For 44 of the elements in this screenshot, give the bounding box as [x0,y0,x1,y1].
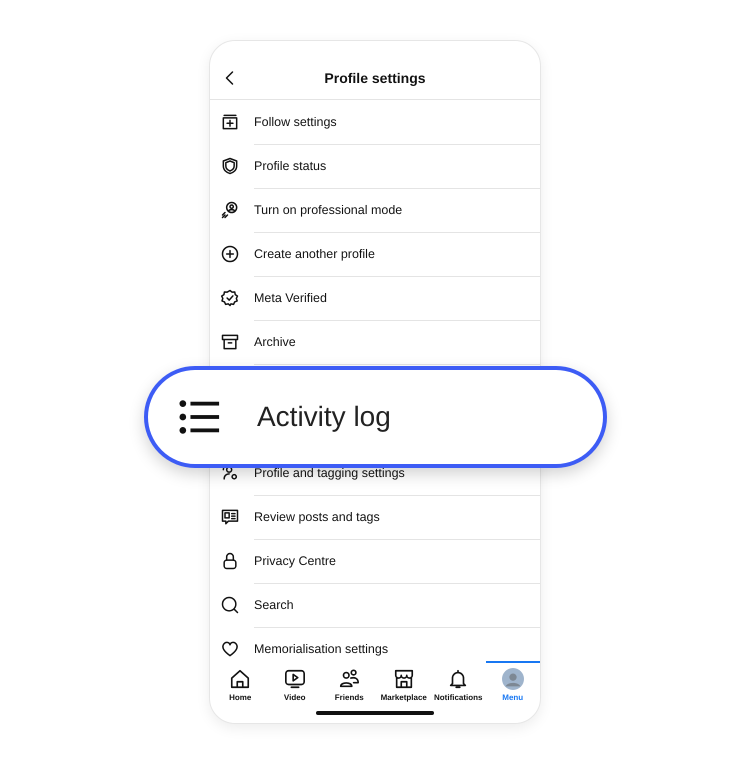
settings-row[interactable]: Privacy Centre [210,539,540,583]
plus-circle-icon [220,244,240,264]
settings-row[interactable]: Archive [210,320,540,364]
nav-tab[interactable]: Notifications [431,661,486,703]
row-label: Archive [254,334,296,348]
speech-card-icon [220,507,240,527]
row-label: Turn on professional mode [254,202,402,216]
row-label: Memorialisation settings [254,642,388,656]
search-icon [220,595,240,615]
people-icon [338,668,360,690]
settings-row[interactable]: Follow settings [210,100,540,144]
row-label: Search [254,598,294,612]
row-label: Privacy Centre [254,554,336,568]
store-icon [392,668,415,690]
nav-tab[interactable]: Menu [486,661,540,703]
row-label: Follow settings [254,114,337,128]
person-rocket-icon [220,200,240,220]
nav-tab[interactable]: Video [268,661,322,703]
row-label: Review posts and tags [254,510,380,524]
home-icon [229,668,252,690]
settings-row[interactable]: Create another profile [210,232,540,276]
row-label: Meta Verified [254,290,327,304]
nav-tab[interactable]: Marketplace [376,661,431,703]
callout-label: Activity log [257,401,391,433]
settings-row[interactable]: Profile status [210,144,540,188]
row-label: Profile status [254,158,326,172]
check-badge-icon [220,288,240,308]
back-icon[interactable] [225,70,234,86]
video-icon [284,668,306,690]
box-plus-icon [220,112,240,132]
row-label: Create another profile [254,246,375,260]
shield-icon [220,156,240,176]
screen-title: Profile settings [324,70,426,86]
archive-icon [220,332,240,352]
avatar-icon [502,668,524,690]
nav-tab[interactable]: Home [213,661,268,703]
settings-row[interactable]: Meta Verified [210,276,540,320]
list-icon [179,398,221,436]
heart-icon [220,639,240,659]
settings-row[interactable]: Search [210,583,540,627]
row-label: Profile and tagging settings [254,466,405,480]
settings-row[interactable]: Review posts and tags [210,495,540,539]
settings-row[interactable]: Turn on professional mode [210,188,540,232]
nav-tab[interactable]: Friends [322,661,376,703]
